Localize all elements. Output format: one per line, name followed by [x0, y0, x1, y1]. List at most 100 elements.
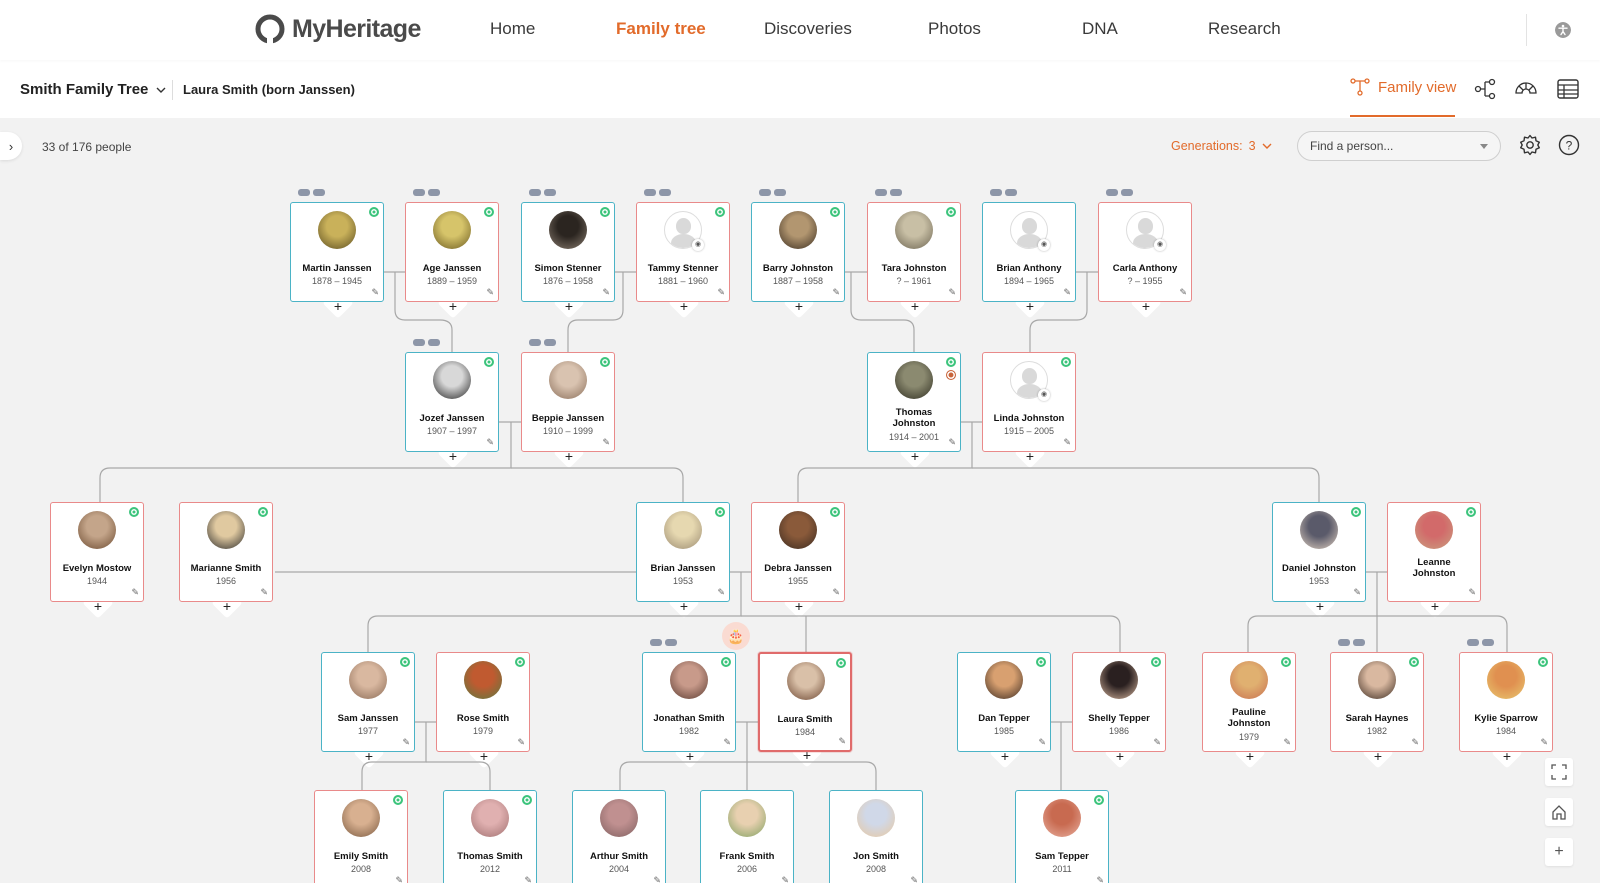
add-photo-icon[interactable]: ◉: [1038, 389, 1050, 401]
smart-match-icon[interactable]: [1409, 657, 1419, 667]
generations-dropdown[interactable]: Generations: 3: [1171, 139, 1272, 153]
avatar[interactable]: [600, 799, 638, 837]
add-relative-button[interactable]: +: [900, 299, 930, 317]
avatar[interactable]: [670, 661, 708, 699]
person-card[interactable]: Daniel Johnston 1953 ✎ +: [1272, 502, 1366, 613]
add-relative-button[interactable]: +: [1492, 749, 1522, 767]
avatar[interactable]: [349, 661, 387, 699]
add-relative-button[interactable]: +: [438, 449, 468, 467]
smart-match-icon[interactable]: [1466, 507, 1476, 517]
avatar[interactable]: [1358, 661, 1396, 699]
add-relative-button[interactable]: +: [900, 449, 930, 467]
smart-match-icon[interactable]: [484, 207, 494, 217]
nav-research[interactable]: Research: [1208, 19, 1281, 39]
avatar[interactable]: [464, 661, 502, 699]
edit-pencil-icon[interactable]: ✎: [1353, 587, 1361, 598]
tab-family-view[interactable]: Family view: [1350, 78, 1456, 96]
smart-match-icon[interactable]: [946, 357, 956, 367]
add-relative-button[interactable]: +: [1105, 749, 1135, 767]
expand-parents-button[interactable]: [529, 189, 557, 197]
smart-match-icon[interactable]: [600, 207, 610, 217]
avatar[interactable]: [471, 799, 509, 837]
fan-view-icon[interactable]: [1514, 78, 1538, 100]
smart-match-icon[interactable]: [369, 207, 379, 217]
add-photo-icon[interactable]: ◉: [692, 239, 704, 251]
nav-dna[interactable]: DNA: [1082, 19, 1118, 39]
nav-home[interactable]: Home: [490, 19, 535, 39]
expand-parents-button[interactable]: [644, 189, 672, 197]
smart-match-icon[interactable]: [522, 795, 532, 805]
add-relative-button[interactable]: +: [1235, 749, 1265, 767]
avatar[interactable]: [728, 799, 766, 837]
smart-match-icon[interactable]: [1151, 657, 1161, 667]
smart-match-icon[interactable]: [515, 657, 525, 667]
avatar[interactable]: [549, 211, 587, 249]
avatar[interactable]: [857, 799, 895, 837]
edit-pencil-icon[interactable]: ✎: [395, 875, 403, 883]
smart-match-icon[interactable]: [715, 207, 725, 217]
smart-match-icon[interactable]: [1281, 657, 1291, 667]
smart-match-icon[interactable]: [830, 507, 840, 517]
smart-match-icon[interactable]: [830, 207, 840, 217]
person-card[interactable]: Shelly Tepper 1986 ✎ +: [1072, 652, 1166, 763]
person-card[interactable]: Debra Janssen 1955 ✎ +: [751, 502, 845, 613]
add-relative-button[interactable]: +: [1131, 299, 1161, 317]
avatar[interactable]: [664, 511, 702, 549]
edit-pencil-icon[interactable]: ✎: [517, 737, 525, 748]
person-card[interactable]: Pauline Johnston 1979 ✎ +: [1202, 652, 1296, 763]
person-card[interactable]: Tara Johnston? – 1961 ✎ +: [867, 202, 961, 313]
smart-match-icon[interactable]: [1538, 657, 1548, 667]
edit-pencil-icon[interactable]: ✎: [838, 736, 846, 747]
edit-pencil-icon[interactable]: ✎: [486, 437, 494, 448]
edit-pencil-icon[interactable]: ✎: [602, 437, 610, 448]
person-card[interactable]: Thomas Smith 2012 ✎: [443, 790, 537, 883]
avatar[interactable]: [342, 799, 380, 837]
family-tree-canvas[interactable]: 🎂 Martin Janssen 1878 – 1945 ✎ + Age Janssen…: [0, 170, 1600, 883]
person-card[interactable]: Rose Smith 1979 ✎ +: [436, 652, 530, 763]
avatar[interactable]: [78, 511, 116, 549]
edit-pencil-icon[interactable]: ✎: [948, 287, 956, 298]
person-card[interactable]: Sarah Haynes 1982 ✎ +: [1330, 652, 1424, 763]
person-card[interactable]: Evelyn Mostow 1944 ✎ +: [50, 502, 144, 613]
edit-pencil-icon[interactable]: ✎: [1153, 737, 1161, 748]
smart-match-icon[interactable]: [836, 658, 846, 668]
avatar[interactable]: [1487, 661, 1525, 699]
nav-photos[interactable]: Photos: [928, 19, 981, 39]
smart-match-icon[interactable]: [400, 657, 410, 667]
avatar[interactable]: [1300, 511, 1338, 549]
person-card[interactable]: Sam Tepper 2011 ✎: [1015, 790, 1109, 883]
avatar[interactable]: [779, 211, 817, 249]
edit-pencil-icon[interactable]: ✎: [717, 587, 725, 598]
person-card[interactable]: ◉ Carla Anthony? – 1955 ✎ +: [1098, 202, 1192, 313]
edit-pencil-icon[interactable]: ✎: [910, 875, 918, 883]
person-card[interactable]: ◉ Tammy Stenner 1881 – 1960 ✎ +: [636, 202, 730, 313]
edit-pencil-icon[interactable]: ✎: [948, 437, 956, 448]
smart-match-icon[interactable]: [129, 507, 139, 517]
add-relative-button[interactable]: +: [212, 599, 242, 617]
avatar[interactable]: [985, 661, 1023, 699]
add-relative-button[interactable]: +: [554, 449, 584, 467]
person-card[interactable]: Thomas Johnston 1914 – 2001 ✎ +: [867, 352, 961, 463]
avatar[interactable]: [1230, 661, 1268, 699]
sidebar-toggle-button[interactable]: ›: [0, 132, 22, 160]
smart-match-icon[interactable]: [1036, 657, 1046, 667]
expand-parents-button[interactable]: [875, 189, 903, 197]
edit-pencil-icon[interactable]: ✎: [1179, 287, 1187, 298]
edit-pencil-icon[interactable]: ✎: [1038, 737, 1046, 748]
expand-parents-button[interactable]: [990, 189, 1018, 197]
expand-parents-button[interactable]: [1338, 639, 1366, 647]
expand-parents-button[interactable]: [413, 339, 441, 347]
avatar[interactable]: [433, 211, 471, 249]
avatar[interactable]: [895, 361, 933, 399]
person-card[interactable]: Beppie Janssen 1910 – 1999 ✎ +: [521, 352, 615, 463]
pedigree-view-icon[interactable]: [1474, 78, 1498, 100]
nav-discoveries[interactable]: Discoveries: [764, 19, 852, 39]
nav-family-tree[interactable]: Family tree: [616, 19, 706, 39]
edit-pencil-icon[interactable]: ✎: [1096, 875, 1104, 883]
add-relative-button[interactable]: +: [1420, 599, 1450, 617]
accessibility-icon[interactable]: [1555, 22, 1571, 38]
add-relative-button[interactable]: +: [1015, 449, 1045, 467]
edit-pencil-icon[interactable]: ✎: [781, 875, 789, 883]
smart-match-icon[interactable]: [1061, 357, 1071, 367]
person-card[interactable]: Dan Tepper 1985 ✎ +: [957, 652, 1051, 763]
